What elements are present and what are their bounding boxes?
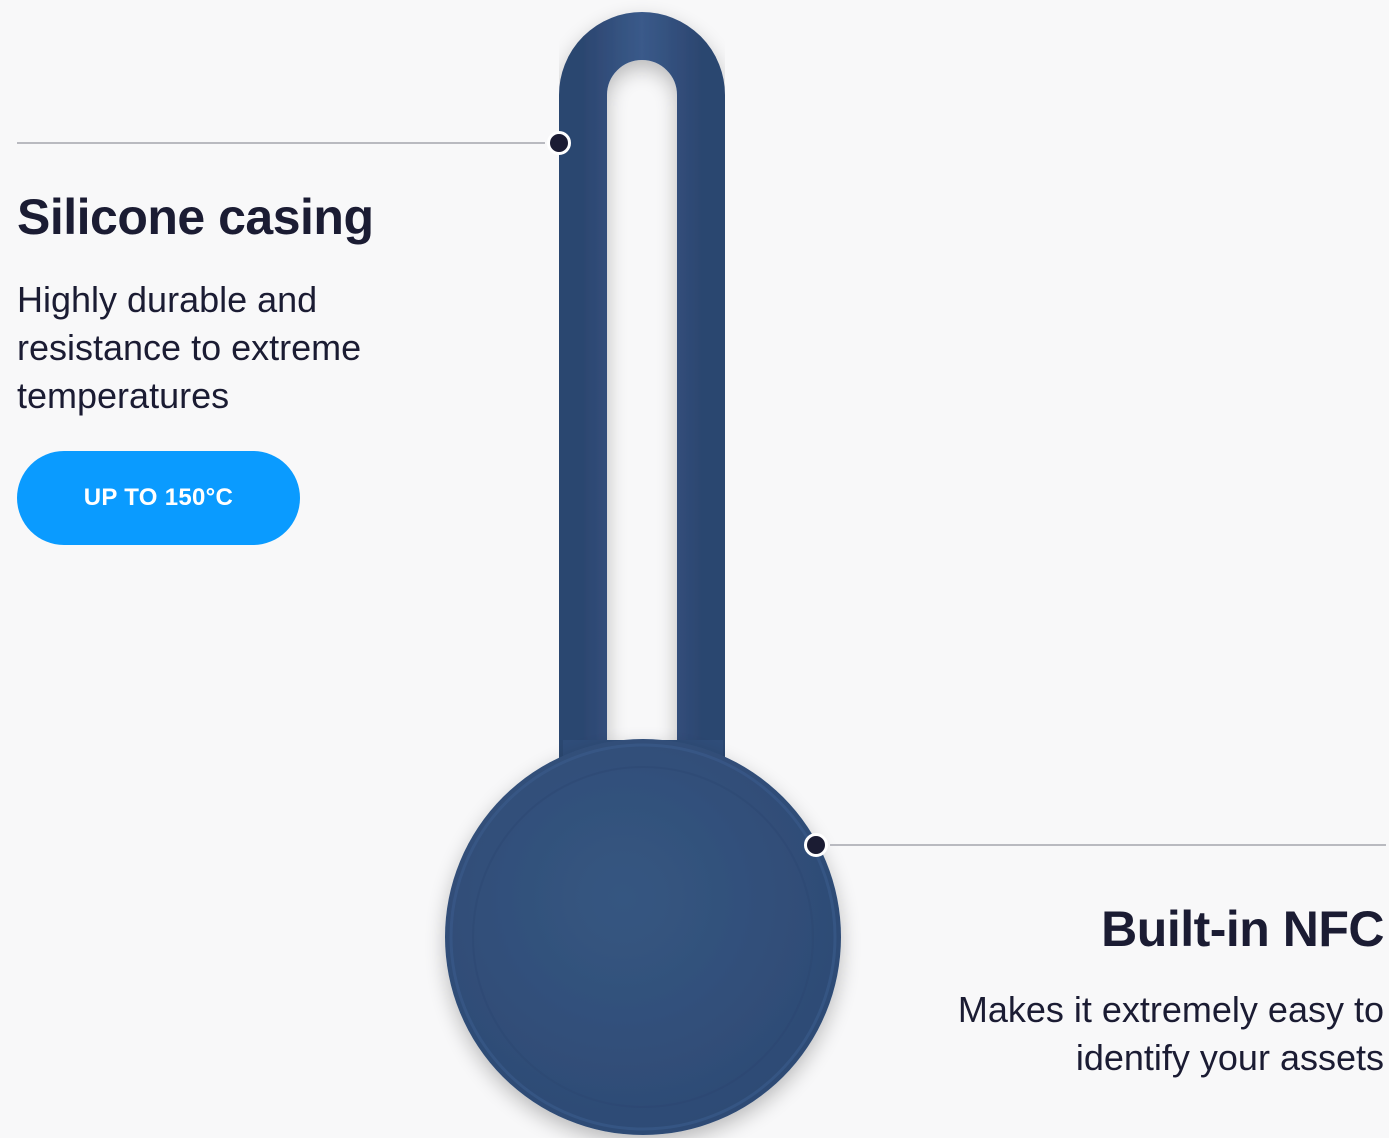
temperature-badge-button[interactable]: UP TO 150°C — [17, 451, 300, 545]
feature-description: Highly durable and resistance to extreme… — [17, 279, 362, 416]
callout-line-nfc — [830, 844, 1386, 846]
callout-dot-nfc — [804, 833, 828, 857]
callout-line-silicone — [17, 142, 545, 144]
feature-silicone-casing: Silicone casing Highly durable and resis… — [17, 188, 477, 420]
feature-title: Built-in NFC — [1101, 901, 1384, 957]
feature-description: Makes it extremely easy to identify your… — [957, 989, 1384, 1078]
feature-built-in-nfc: Built-in NFC Makes it extremely easy to … — [924, 900, 1385, 1082]
callout-dot-silicone — [547, 131, 571, 155]
feature-title: Silicone casing — [17, 189, 374, 245]
